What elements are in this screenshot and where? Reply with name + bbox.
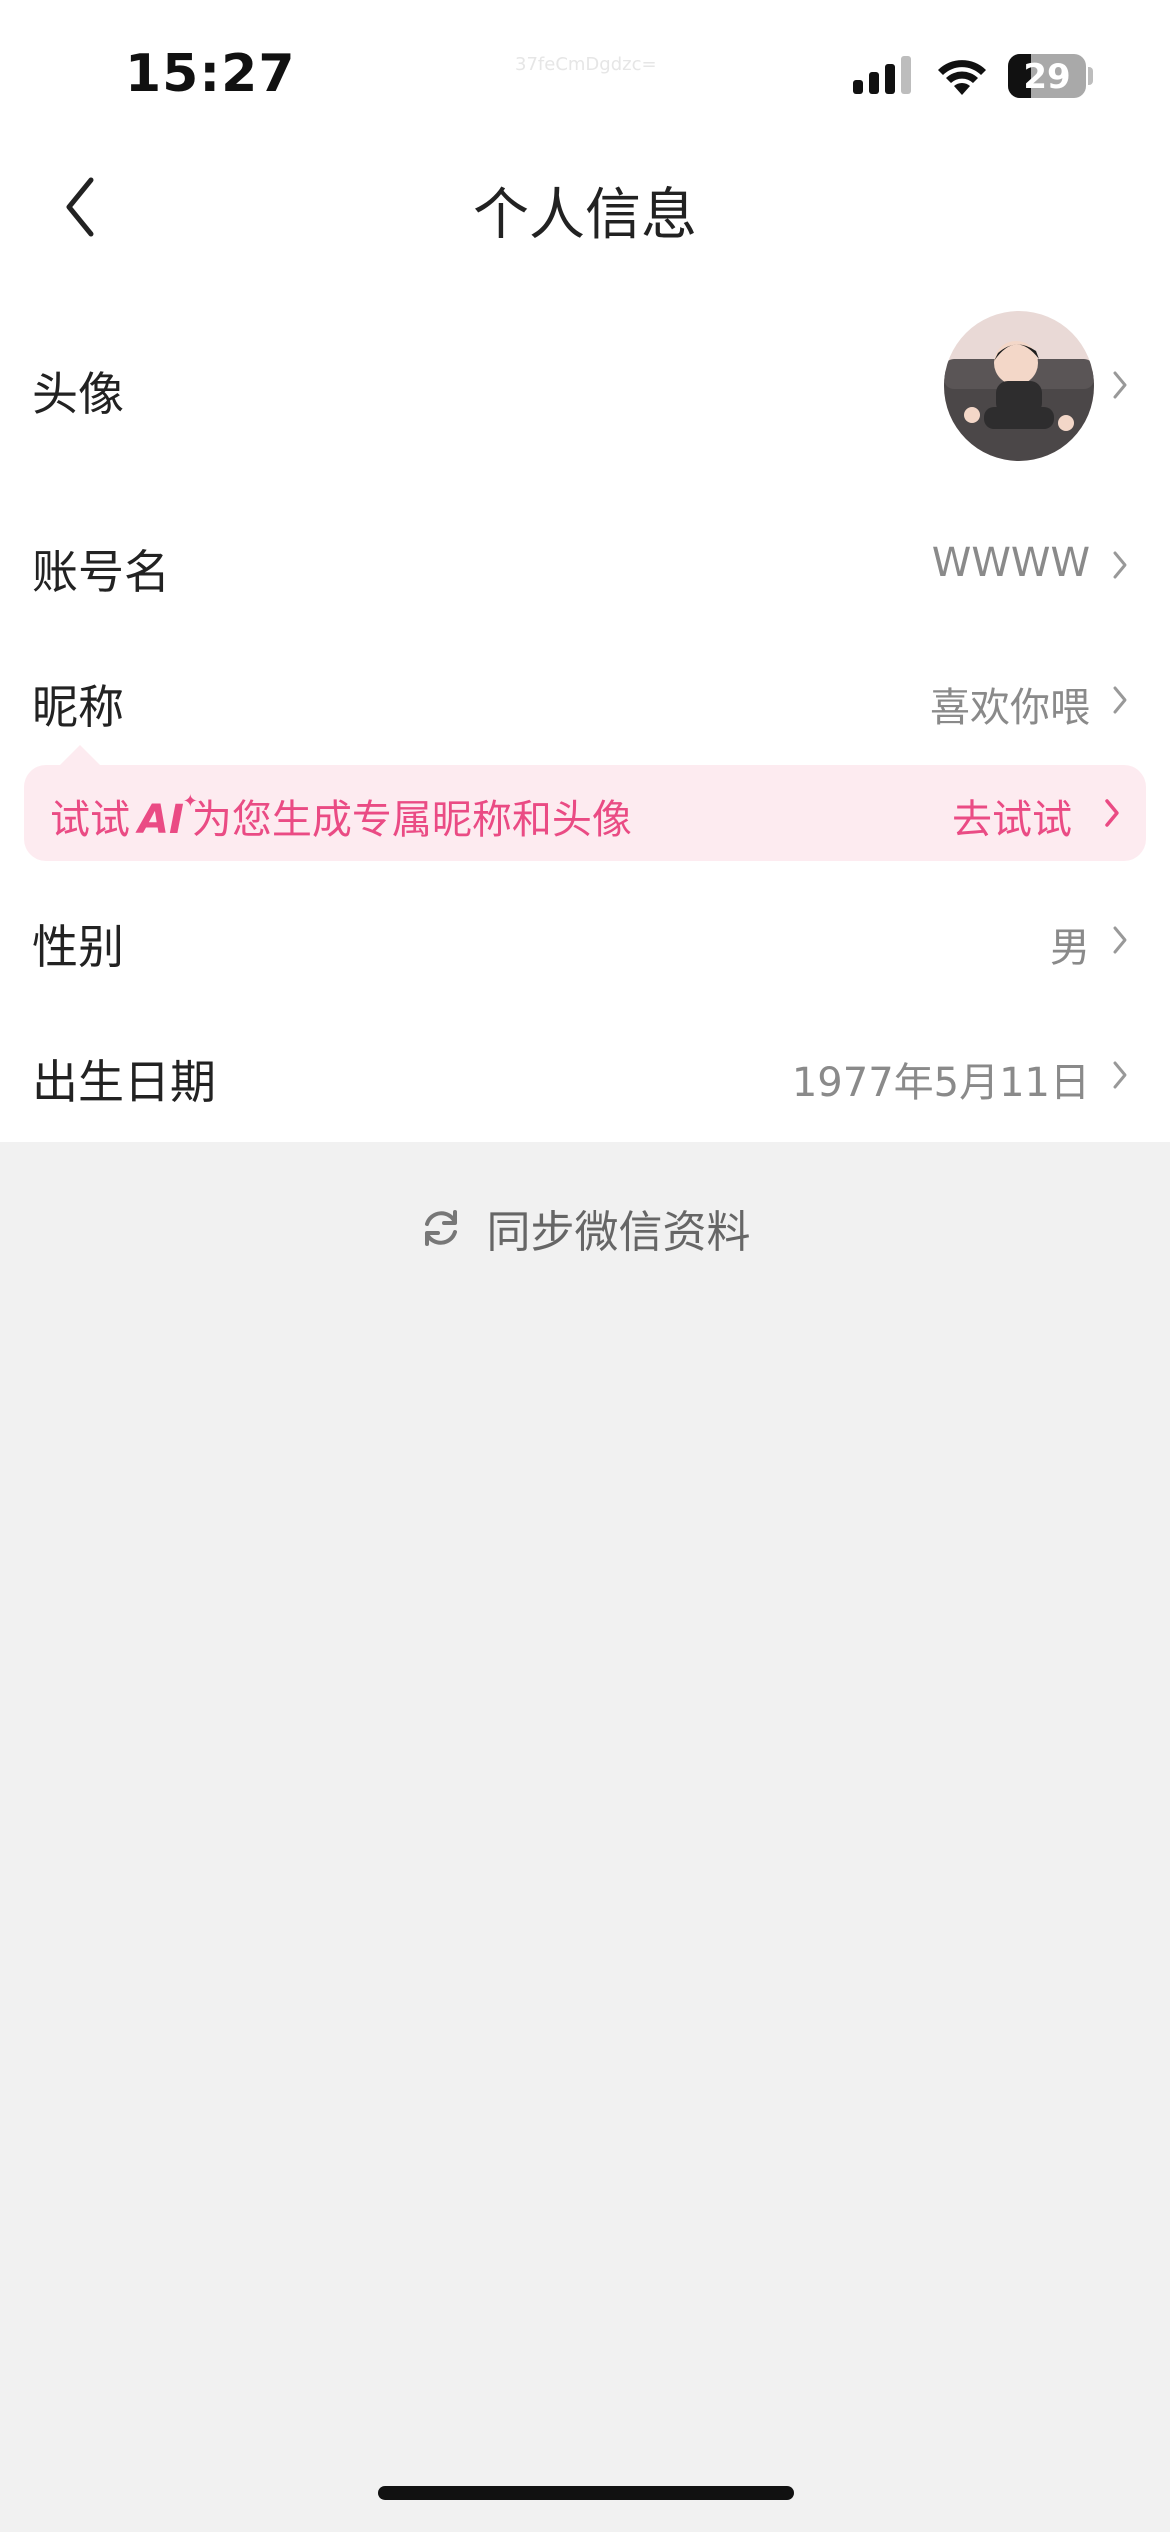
- avatar[interactable]: [944, 311, 1094, 461]
- nickname-row[interactable]: 昵称 喜欢你喂: [0, 655, 1170, 745]
- gender-label: 性别: [32, 920, 124, 974]
- chevron-right-icon: [1113, 1061, 1127, 1089]
- battery-level: 29: [1023, 57, 1071, 97]
- nickname-label: 昵称: [32, 680, 124, 734]
- ai-badge-label: AI: [138, 797, 184, 843]
- status-bar: 15:27 37feCmDgdzc= 29: [0, 0, 1170, 140]
- chevron-right-icon: [1113, 686, 1127, 714]
- ai-badge: AI ✦: [138, 791, 198, 843]
- battery-tip: [1088, 67, 1093, 85]
- account-name-value: WWWW: [931, 540, 1090, 586]
- battery-icon: 29: [1008, 54, 1086, 98]
- ai-banner-pointer: [60, 745, 100, 765]
- nickname-value: 喜欢你喂: [930, 685, 1090, 731]
- ai-banner-prefix: 试试: [50, 797, 130, 843]
- ai-try-button[interactable]: 去试试: [952, 787, 1072, 845]
- birthday-row[interactable]: 出生日期 1977年5月11日: [0, 1030, 1170, 1120]
- wifi-icon: [938, 60, 986, 95]
- gender-value: 男: [1050, 925, 1090, 971]
- account-name-label: 账号名: [32, 545, 170, 599]
- sparkle-icon: ✦: [182, 791, 198, 812]
- birthday-label: 出生日期: [32, 1055, 216, 1109]
- chevron-right-icon: [1113, 926, 1127, 954]
- sync-wechat-button[interactable]: 同步微信资料: [0, 1196, 1170, 1260]
- refresh-icon: [425, 1210, 458, 1246]
- chevron-right-icon: [1113, 551, 1127, 579]
- status-time: 15:27: [125, 44, 296, 104]
- avatar-image: [944, 311, 1094, 461]
- status-id-text: 37feCmDgdzc=: [515, 54, 657, 75]
- account-name-row[interactable]: 账号名 WWWW: [0, 520, 1170, 610]
- chevron-right-icon: [1113, 371, 1127, 399]
- birthday-value: 1977年5月11日: [791, 1060, 1090, 1106]
- ai-banner-text: 试试 AI ✦ 为您生成专属昵称和头像: [50, 787, 632, 845]
- chevron-right-icon: [1105, 799, 1119, 827]
- home-indicator[interactable]: [378, 2486, 794, 2500]
- sync-wechat-label: 同步微信资料: [486, 1207, 751, 1258]
- avatar-row[interactable]: 头像: [0, 290, 1170, 480]
- ai-banner-suffix: 为您生成专属昵称和头像: [191, 797, 632, 843]
- screen: 15:27 37feCmDgdzc= 29 个人信息 头像 账号名 WWWW 昵…: [0, 0, 1170, 2532]
- ai-generate-banner[interactable]: 试试 AI ✦ 为您生成专属昵称和头像 去试试: [24, 765, 1146, 861]
- page-title: 个人信息: [473, 183, 697, 248]
- cellular-signal-icon: [853, 56, 911, 94]
- gender-row[interactable]: 性别 男: [0, 895, 1170, 985]
- avatar-label: 头像: [32, 367, 124, 421]
